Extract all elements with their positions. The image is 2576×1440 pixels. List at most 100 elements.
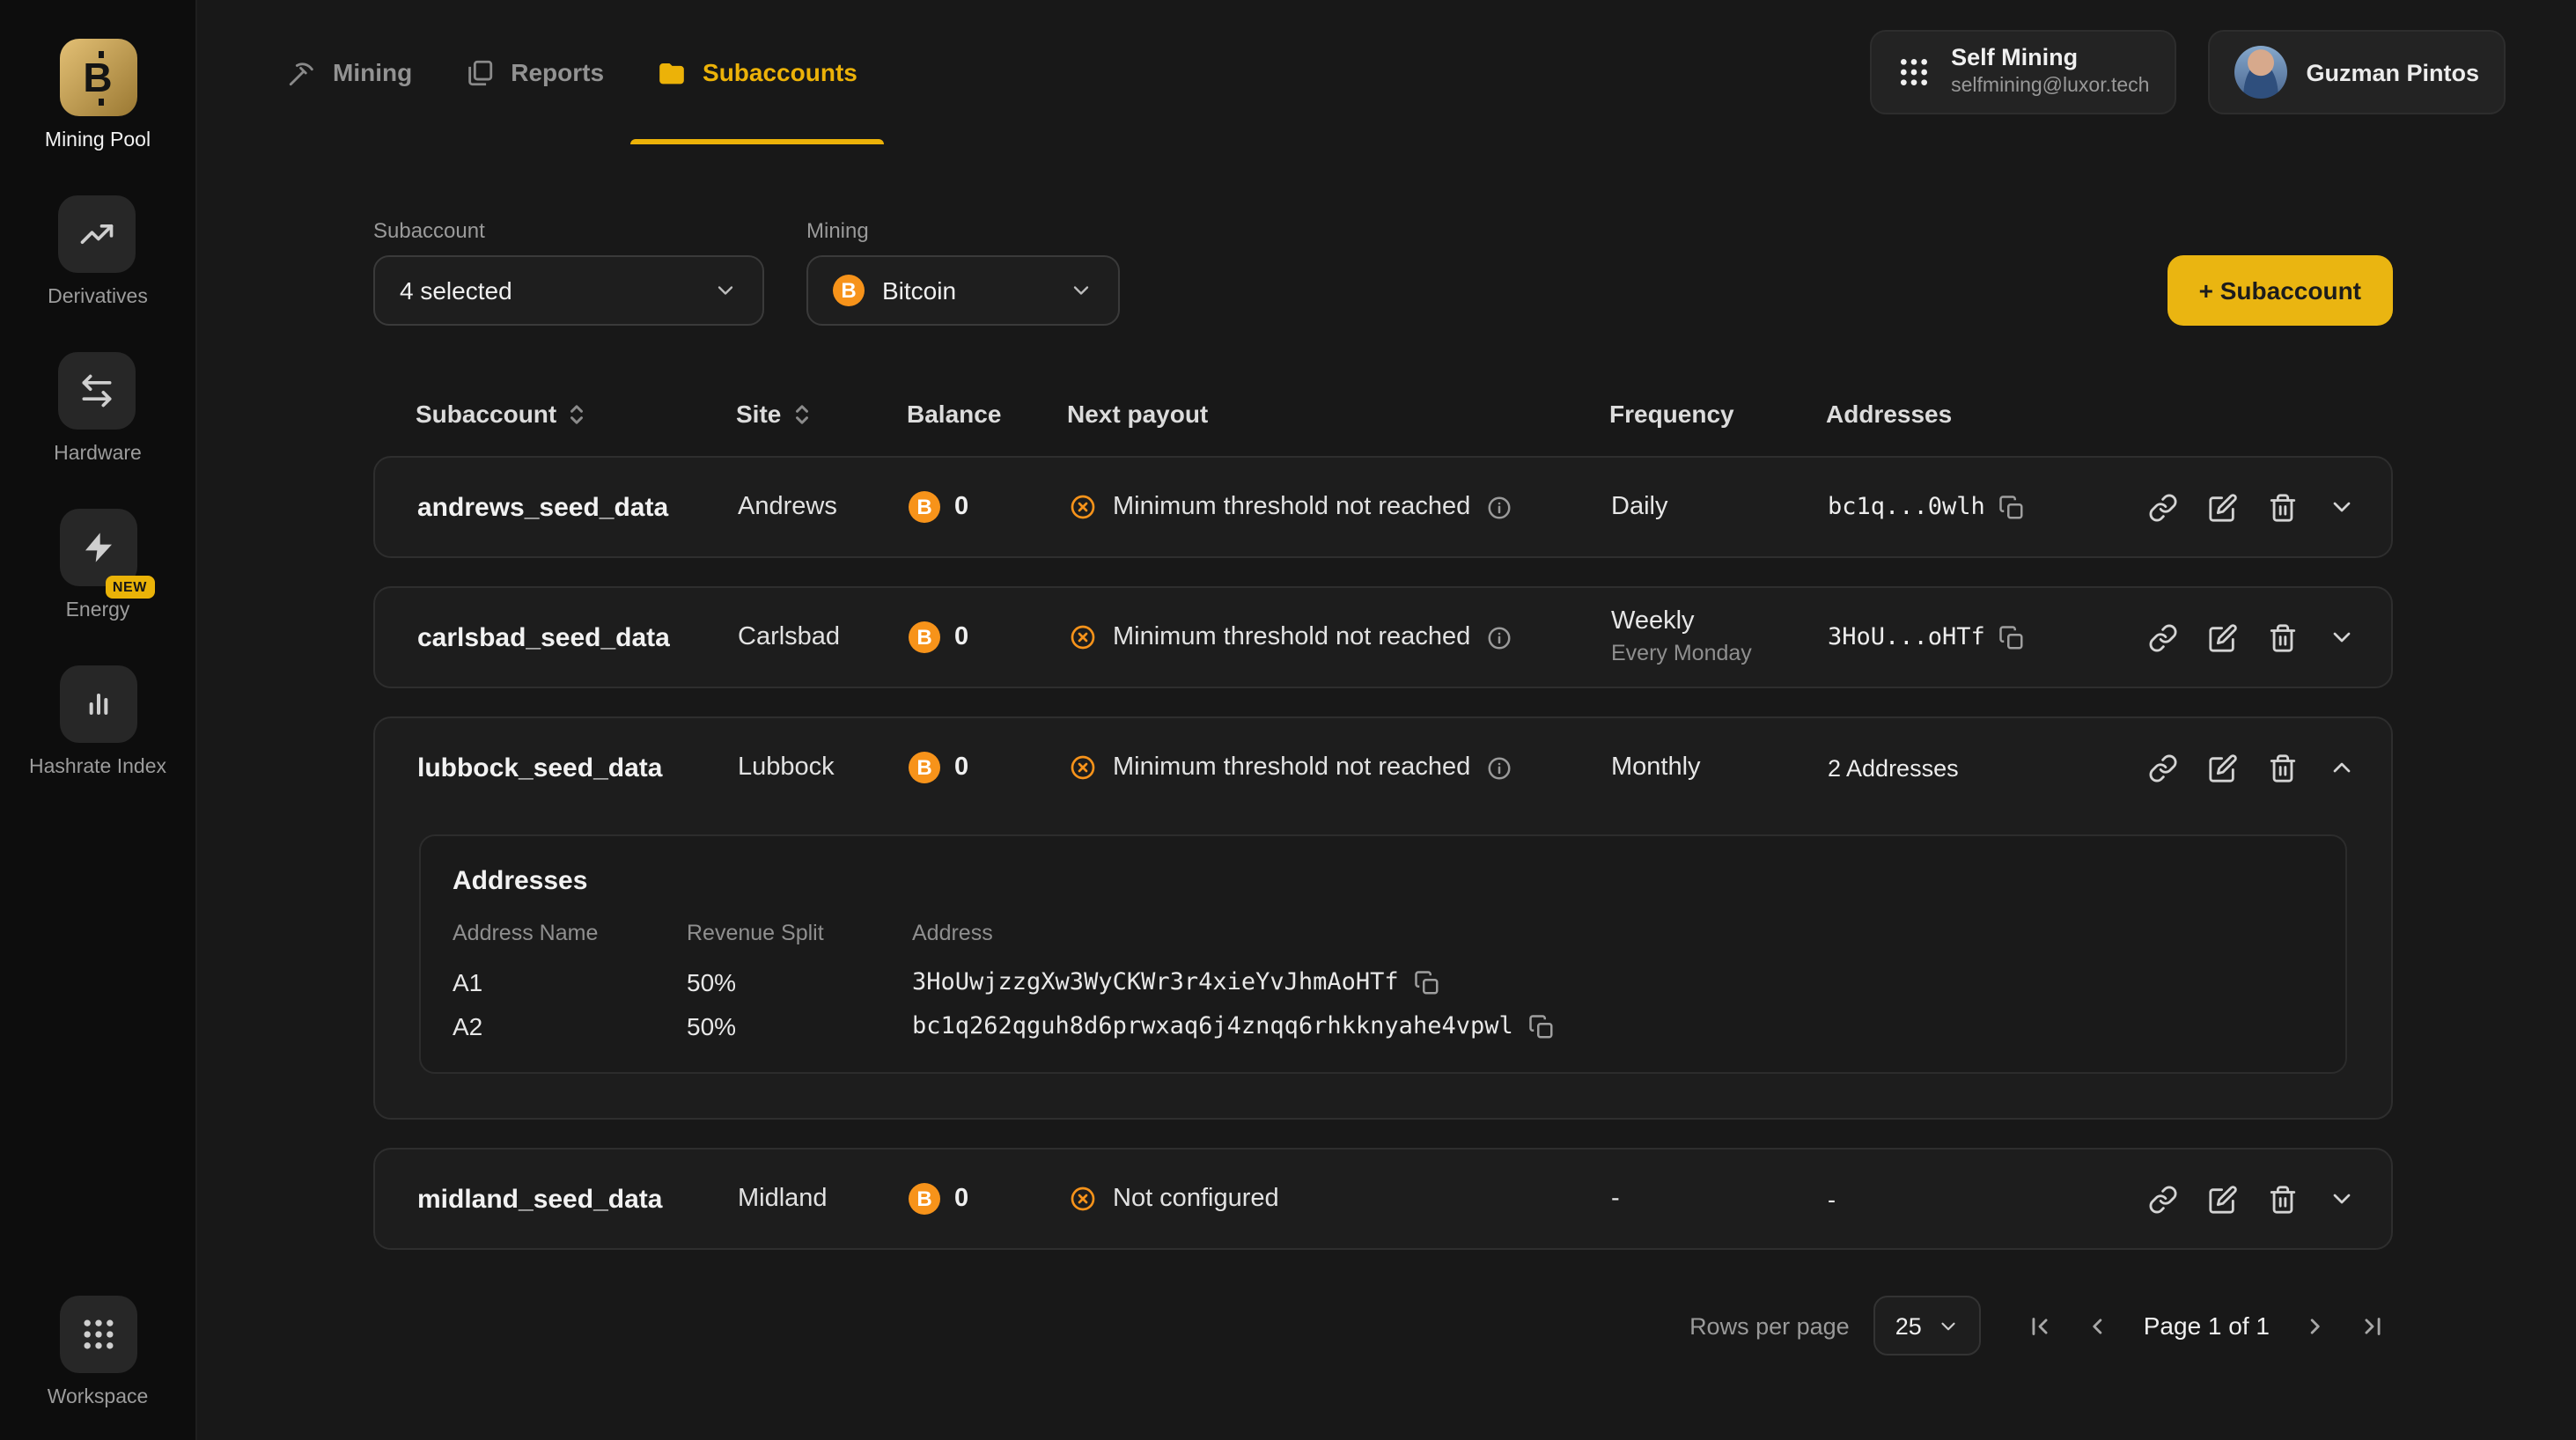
sidebar-item-hashrate-index[interactable]: Hashrate Index [29,665,166,778]
sidebar-item-label: Derivatives [48,287,148,308]
panel-header-revenue-split: Revenue Split [687,921,912,945]
expand-chevron-icon[interactable] [2328,493,2356,521]
link-icon[interactable] [2148,622,2178,652]
table-row-expanded: lubbock_seed_data Lubbock B0 Minimum thr… [373,716,2393,1120]
sidebar-item-energy[interactable]: NEW Energy [59,509,136,621]
address-short: 3HoU...oHTf [1828,623,1985,651]
address-full: bc1q262qguh8d6prwxaq6j4znqq6rhkknyahe4vp… [912,1012,1513,1040]
link-icon[interactable] [2148,1184,2178,1214]
app-root: B Mining Pool Derivatives Hardware NEW E… [0,0,2576,1440]
subaccount-filter-select[interactable]: 4 selected [373,255,764,326]
workspace-switcher[interactable]: Self Mining selfmining@luxor.tech [1870,30,2175,114]
subaccount-name: midland_seed_data [417,1184,738,1214]
last-page-button[interactable] [2352,1305,2393,1346]
table-row: andrews_seed_data Andrews B0 Minimum thr… [373,456,2393,558]
copy-icon[interactable] [1529,1013,1556,1040]
expand-chevron-icon[interactable] [2328,1185,2356,1213]
bitcoin-coin-icon: B [909,621,940,653]
header-site[interactable]: Site [736,400,907,428]
header-subaccount[interactable]: Subaccount [416,400,736,428]
copy-icon[interactable] [1999,624,2026,650]
link-icon[interactable] [2148,753,2178,782]
mining-filter-value: Bitcoin [882,276,956,305]
edit-icon[interactable] [2208,1184,2238,1214]
rows-per-page-select[interactable]: 25 [1874,1296,1982,1356]
copy-icon[interactable] [1415,969,1441,996]
pagination-bar: Rows per page 25 Page 1 of 1 [373,1296,2393,1356]
warning-circle-x-icon [1069,623,1097,651]
sidebar-item-label: Hashrate Index [29,757,166,778]
revenue-split: 50% [687,968,912,996]
site-name: Andrews [738,493,909,521]
reports-icon [465,57,495,87]
nav-right: Self Mining selfmining@luxor.tech Guzman… [1870,30,2506,114]
top-nav: Mining Reports Subaccounts [197,0,2576,144]
warning-circle-x-icon [1069,1185,1097,1213]
site-name: Carlsbad [738,623,909,651]
edit-icon[interactable] [2208,753,2238,782]
tab-reports[interactable]: Reports [438,0,630,144]
collapse-chevron-icon[interactable] [2328,753,2356,782]
add-subaccount-button[interactable]: + Subaccount [2168,255,2393,326]
derivatives-chart-icon [59,195,136,273]
sidebar-item-hardware[interactable]: Hardware [54,352,142,465]
chevron-down-icon [713,278,738,303]
first-page-button[interactable] [2020,1305,2061,1346]
edit-icon[interactable] [2208,492,2238,522]
tab-subaccounts[interactable]: Subaccounts [630,0,884,144]
tab-mining[interactable]: Mining [261,0,438,144]
link-icon[interactable] [2148,492,2178,522]
payout-status: Minimum threshold not reached [1113,753,1470,782]
bitcoin-icon: B [59,39,136,116]
info-icon[interactable] [1486,494,1512,520]
bitcoin-coin-icon: B [833,275,865,306]
header-balance: Balance [907,400,1067,428]
table-header: Subaccount Site Balance Next payout Freq… [373,382,2393,445]
sort-icon[interactable] [567,400,586,427]
trash-icon[interactable] [2268,622,2298,652]
payout-status: Minimum threshold not reached [1113,623,1470,651]
sidebar-item-mining-pool[interactable]: B Mining Pool [45,39,151,151]
addresses-panel-title: Addresses [453,866,2314,896]
payout-status: Not configured [1113,1185,1279,1213]
addresses-panel: Addresses Address Name Revenue Split Add… [419,834,2347,1074]
trash-icon[interactable] [2268,1184,2298,1214]
previous-page-button[interactable] [2079,1305,2119,1346]
workspace-email: selfmining@luxor.tech [1951,75,2149,100]
address-short: bc1q...0wlh [1828,493,1985,521]
nav-tabs: Mining Reports Subaccounts [261,0,884,144]
user-menu[interactable]: Guzman Pintos [2207,30,2506,114]
frequency-detail: Every Monday [1611,640,1828,669]
tab-label: Reports [511,58,604,86]
address-name: A1 [453,968,687,996]
subaccount-name: carlsbad_seed_data [417,622,738,652]
address-row: A1 50% 3HoUwjzzgXw3WyCKWr3r4xieYvJhmAoHT… [453,968,2314,996]
trash-icon[interactable] [2268,492,2298,522]
mining-filter-select[interactable]: B Bitcoin [806,255,1120,326]
bitcoin-coin-icon: B [909,491,940,523]
sidebar-item-derivatives[interactable]: Derivatives [48,195,148,308]
edit-icon[interactable] [2208,622,2238,652]
next-page-button[interactable] [2294,1305,2335,1346]
tab-label: Mining [333,58,412,86]
info-icon[interactable] [1486,624,1512,650]
bitcoin-coin-icon: B [909,752,940,783]
sidebar: B Mining Pool Derivatives Hardware NEW E… [0,0,197,1440]
sidebar-item-label: Energy [66,600,130,621]
panel-header-address-name: Address Name [453,921,687,945]
subaccount-filter-label: Subaccount [373,218,764,243]
info-icon[interactable] [1486,754,1512,781]
trash-icon[interactable] [2268,753,2298,782]
frequency: Monthly [1611,751,1828,784]
subaccount-filter-value: 4 selected [400,276,512,305]
expand-chevron-icon[interactable] [2328,623,2356,651]
copy-icon[interactable] [1999,494,2026,520]
bitcoin-coin-icon: B [909,1183,940,1215]
workspace-name: Self Mining [1951,45,2149,75]
wallet-icon [657,57,687,87]
sort-icon[interactable] [791,400,811,427]
sidebar-item-workspace[interactable]: Workspace [48,1296,149,1408]
balance-value: 0 [954,1185,968,1213]
header-frequency: Frequency [1609,400,1826,428]
frequency: Weekly [1611,606,1828,640]
